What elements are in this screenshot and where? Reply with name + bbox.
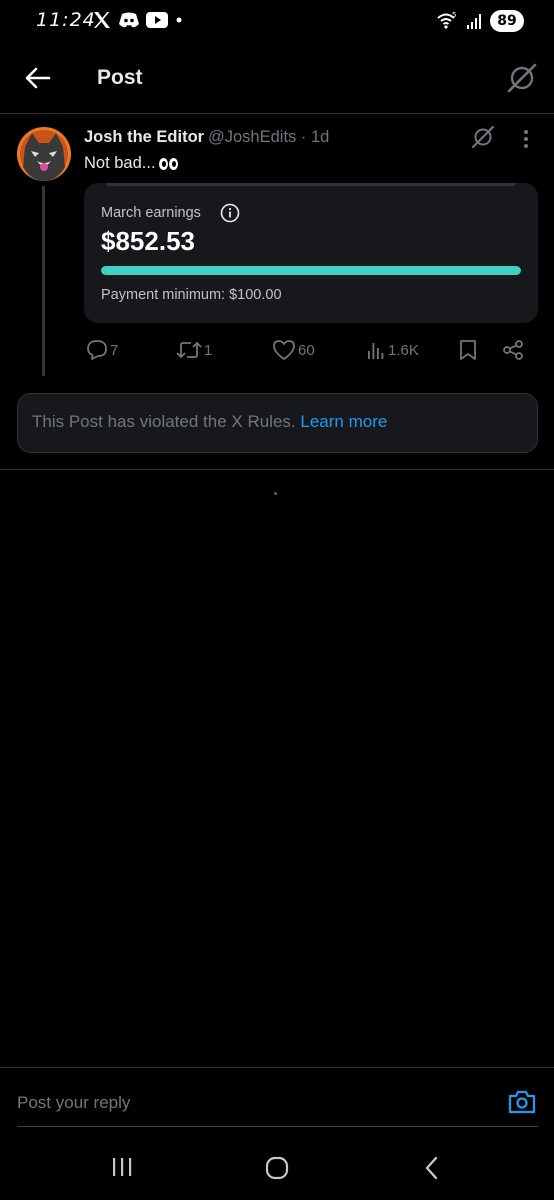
thread-line bbox=[42, 186, 45, 376]
earnings-progress-fill bbox=[101, 266, 521, 275]
youtube-icon bbox=[146, 12, 168, 28]
grok-icon bbox=[507, 63, 537, 93]
reply-input[interactable]: Post your reply bbox=[17, 1093, 130, 1113]
grok-icon bbox=[471, 125, 495, 149]
section-divider bbox=[0, 469, 554, 470]
author-name[interactable]: Josh the Editor bbox=[84, 128, 204, 147]
wifi-badge: 5 bbox=[452, 11, 456, 19]
system-navigation-bar bbox=[0, 1140, 554, 1200]
repost-count: 1 bbox=[204, 341, 213, 359]
earnings-amount: $852.53 bbox=[101, 226, 195, 256]
learn-more-link[interactable]: Learn more bbox=[300, 412, 387, 431]
reply-icon bbox=[87, 340, 107, 360]
reply-count: 7 bbox=[110, 341, 119, 359]
grok-button[interactable] bbox=[504, 60, 540, 96]
home-button[interactable] bbox=[264, 1155, 290, 1181]
battery-indicator: 89 bbox=[490, 10, 524, 32]
reply-input-underline bbox=[17, 1126, 538, 1127]
avatar[interactable] bbox=[17, 127, 71, 181]
home-icon bbox=[265, 1156, 289, 1180]
violation-message: This Post has violated the X Rules. bbox=[32, 412, 296, 431]
chevron-left-icon bbox=[425, 1156, 438, 1180]
share-button[interactable] bbox=[502, 336, 524, 364]
post-actions: 7 1 60 1.6K bbox=[84, 336, 538, 364]
author-handle[interactable]: @JoshEdits bbox=[208, 128, 296, 146]
system-icons: 5 89 bbox=[436, 10, 524, 32]
wifi-icon: 5 bbox=[437, 11, 456, 29]
bookmark-button[interactable] bbox=[458, 336, 478, 364]
status-time: 11:24 bbox=[36, 9, 96, 31]
payment-minimum: Payment minimum: $100.00 bbox=[101, 287, 282, 303]
heart-icon bbox=[273, 340, 295, 360]
back-button[interactable] bbox=[20, 60, 56, 96]
bookmark-icon bbox=[460, 340, 476, 360]
eyes-emoji-icon bbox=[158, 157, 178, 170]
x-app-icon bbox=[94, 12, 110, 28]
views-icon bbox=[368, 343, 384, 359]
repost-icon bbox=[176, 341, 202, 359]
notification-dot-icon bbox=[176, 17, 182, 23]
like-button[interactable]: 60 bbox=[272, 336, 315, 364]
post-age: 1d bbox=[310, 128, 330, 146]
info-icon[interactable] bbox=[220, 203, 240, 223]
status-bar: 11:24 5 89 bbox=[0, 0, 554, 42]
reply-bar-divider bbox=[0, 1067, 554, 1068]
views-button[interactable]: 1.6K bbox=[366, 336, 419, 364]
violation-notice: This Post has violated the X Rules. Lear… bbox=[17, 393, 538, 453]
system-back-button[interactable] bbox=[420, 1154, 444, 1182]
signal-icon bbox=[467, 14, 481, 29]
recent-apps-button[interactable] bbox=[110, 1156, 134, 1178]
earnings-card[interactable]: March earnings $852.53 Payment minimum: … bbox=[84, 183, 538, 323]
discord-icon bbox=[119, 12, 139, 28]
top-header: Post bbox=[0, 42, 554, 114]
reply-button[interactable]: 7 bbox=[86, 336, 118, 364]
grok-post-button[interactable] bbox=[470, 124, 496, 150]
views-count: 1.6K bbox=[388, 341, 419, 359]
loading-indicator bbox=[274, 492, 277, 495]
notification-icons bbox=[92, 10, 184, 30]
repost-button[interactable]: 1 bbox=[176, 336, 212, 364]
earnings-progress-bar bbox=[101, 266, 521, 275]
card-divider bbox=[106, 183, 516, 186]
post-text: Not bad... bbox=[84, 154, 178, 173]
more-vertical-icon bbox=[524, 130, 528, 148]
meta-separator: · bbox=[300, 128, 311, 146]
like-count: 60 bbox=[298, 341, 315, 359]
share-icon bbox=[503, 340, 523, 360]
avatar-image bbox=[17, 127, 71, 181]
post-text-content: Not bad... bbox=[84, 154, 156, 172]
more-options-button[interactable] bbox=[518, 126, 534, 152]
camera-icon bbox=[508, 1090, 536, 1114]
author-meta: @JoshEdits · 1d bbox=[208, 128, 329, 147]
recent-apps-icon bbox=[113, 1158, 132, 1176]
camera-button[interactable] bbox=[507, 1089, 537, 1115]
arrow-left-icon bbox=[25, 67, 51, 89]
earnings-label: March earnings bbox=[101, 205, 201, 221]
page-title: Post bbox=[97, 66, 143, 89]
violation-text-line: This Post has violated the X Rules. Lear… bbox=[32, 412, 387, 432]
